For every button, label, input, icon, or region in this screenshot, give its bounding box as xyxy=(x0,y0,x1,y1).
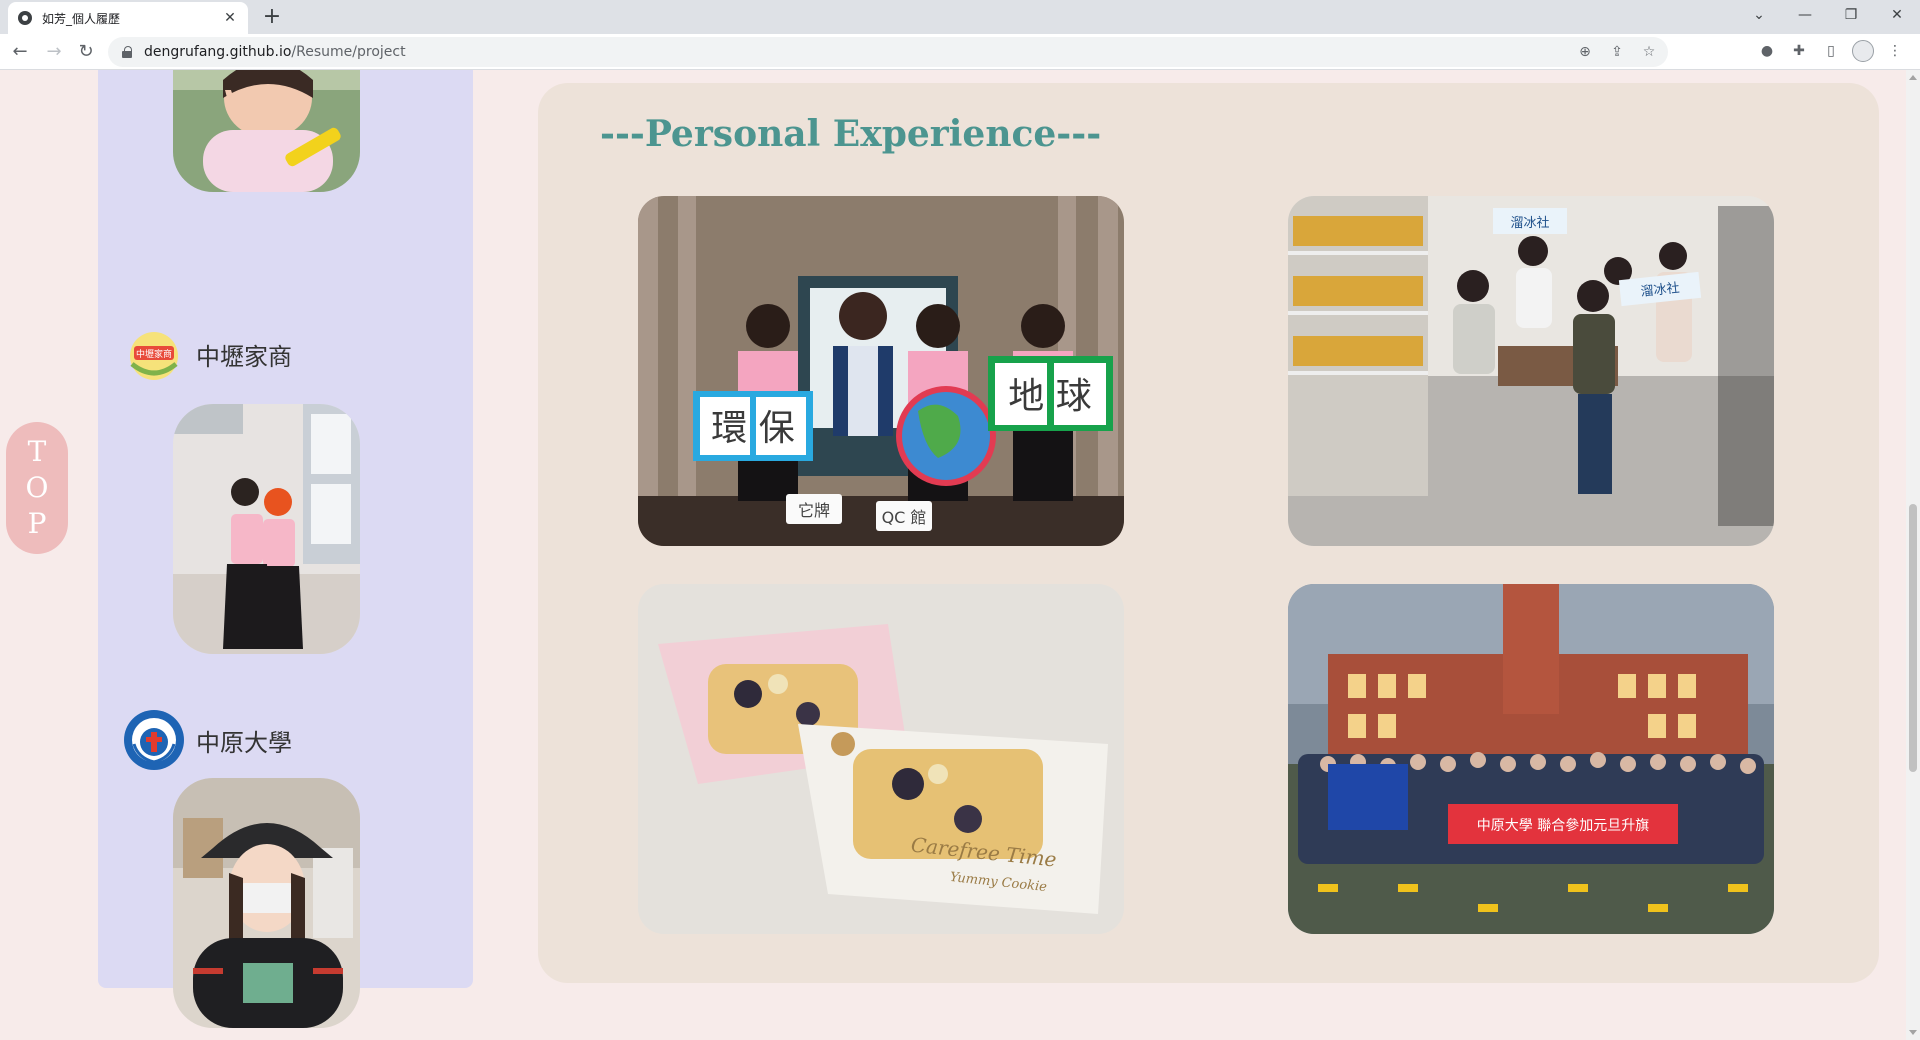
puzzle-icon[interactable]: ✚ xyxy=(1788,40,1810,62)
school-photo-2 xyxy=(173,778,360,1028)
school-logo-icon: 中壢家商 xyxy=(124,324,184,384)
school-entry: 中原大學 xyxy=(124,710,292,770)
address-bar[interactable]: dengrufang.github.io/Resume/project ⊕ ⇪ … xyxy=(108,37,1668,67)
browser-tab[interactable]: 如芳_個人履歷 ✕ xyxy=(8,2,248,34)
top-letter: T xyxy=(27,435,47,468)
tab-close-button[interactable]: ✕ xyxy=(222,10,238,26)
svg-text:中壢家商: 中壢家商 xyxy=(136,348,172,360)
tab-strip: 如芳_個人履歷 ✕ + ⌄ — ❐ ✕ xyxy=(0,0,1920,34)
reload-icon[interactable]: ↻ xyxy=(74,40,98,64)
scroll-down-icon[interactable] xyxy=(1909,1030,1917,1035)
tab-search-icon[interactable]: ⌄ xyxy=(1736,0,1782,30)
scrollbar-thumb[interactable] xyxy=(1909,504,1917,772)
menu-icon[interactable]: ⋮ xyxy=(1884,40,1906,62)
svg-text:QC 館: QC 館 xyxy=(882,508,927,527)
new-tab-button[interactable]: + xyxy=(258,4,286,32)
top-letter: P xyxy=(27,507,47,540)
restore-button[interactable]: ❐ xyxy=(1828,0,1874,30)
profile-photo-1 xyxy=(173,70,360,192)
school-name: 中原大學 xyxy=(196,728,292,757)
sidepanel-icon[interactable]: ▯ xyxy=(1820,40,1842,62)
experience-photo-club: 溜冰社 溜冰社 xyxy=(1288,196,1774,546)
svg-text:溜冰社: 溜冰社 xyxy=(1510,215,1549,231)
section-title: ---Personal Experience--- xyxy=(600,113,1102,155)
experience-photo-environment: 環 保 地 球 它牌 QC 館 xyxy=(638,196,1124,546)
experience-photo-cookies: Carefree Time Yummy Cookie xyxy=(638,584,1124,934)
globe-icon xyxy=(18,11,32,25)
svg-text:環 保: 環 保 xyxy=(711,408,794,449)
lock-icon[interactable] xyxy=(122,46,132,58)
forward-icon[interactable]: → xyxy=(42,40,66,64)
back-to-top-button[interactable]: T O P xyxy=(6,422,68,554)
svg-text:它牌: 它牌 xyxy=(798,501,830,520)
scroll-up-icon[interactable] xyxy=(1909,75,1917,80)
browser-toolbar: ← → ↻ dengrufang.github.io/Resume/projec… xyxy=(0,34,1920,70)
sidebar: 中壢家商 中壢家商 中原大學 xyxy=(98,70,473,1028)
school-logo-icon xyxy=(124,710,184,770)
back-icon[interactable]: ← xyxy=(8,40,32,64)
tab-title: 如芳_個人履歷 xyxy=(42,11,121,26)
extension-icon[interactable]: ● xyxy=(1756,40,1778,62)
school-name: 中壢家商 xyxy=(196,342,292,371)
experience-photo-group: 中原大學 聯合參加元旦升旗 xyxy=(1288,584,1774,934)
school-entry: 中壢家商 中壢家商 xyxy=(124,324,292,384)
svg-text:中原大學 聯合參加元旦升旗: 中原大學 聯合參加元旦升旗 xyxy=(1477,818,1649,834)
top-letter: O xyxy=(25,471,49,504)
minimize-button[interactable]: — xyxy=(1782,0,1828,30)
zoom-icon[interactable]: ⊕ xyxy=(1574,41,1596,63)
profile-icon[interactable] xyxy=(1852,40,1874,62)
url-text: dengrufang.github.io/Resume/project xyxy=(144,44,406,60)
page-scrollbar[interactable] xyxy=(1906,70,1920,1040)
page-viewport: 中壢家商 中壢家商 中原大學 T O P ---Personal Experie… xyxy=(0,70,1906,1040)
share-icon[interactable]: ⇪ xyxy=(1606,41,1628,63)
star-icon[interactable]: ☆ xyxy=(1638,41,1660,63)
experience-card: ---Personal Experience--- 環 保 地 球 它牌 QC … xyxy=(538,83,1879,983)
close-window-button[interactable]: ✕ xyxy=(1874,0,1920,30)
svg-text:地 球: 地 球 xyxy=(1008,376,1091,417)
school-photo-1 xyxy=(173,404,360,654)
